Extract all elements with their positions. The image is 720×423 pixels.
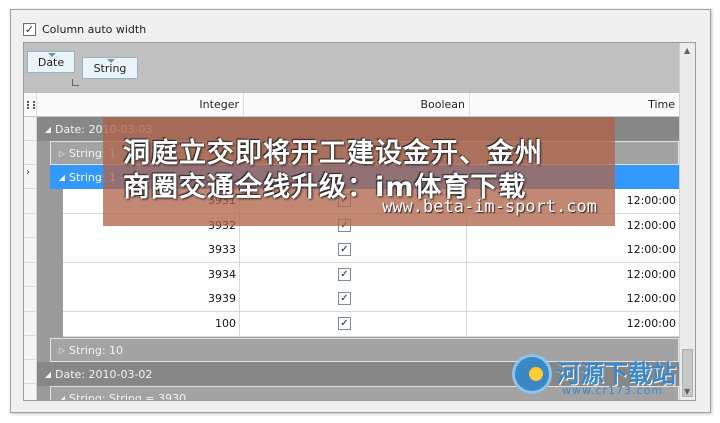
column-header-row: Integer Boolean Time (24, 93, 679, 117)
collapsed-icon[interactable]: ▷ (55, 149, 69, 158)
scroll-up-icon[interactable]: ▲ (684, 46, 690, 55)
cell-time[interactable]: 12:00:00 (467, 238, 679, 262)
promo-overlay-banner: 洞庭立交即将开工建设金开、金州 商圈交通全线升级：im体育下载 www.beta… (103, 117, 615, 226)
column-header-integer[interactable]: Integer (37, 93, 244, 116)
indicator-divider (24, 213, 37, 214)
boolean-checkbox[interactable]: ✓ (338, 292, 351, 305)
cell-integer[interactable]: 3939 (63, 287, 240, 311)
sort-triangle-icon (48, 53, 56, 57)
column-header-boolean[interactable]: Boolean (244, 93, 470, 116)
group-connector (72, 79, 79, 86)
expanded-icon[interactable]: ◢ (55, 173, 69, 182)
site-watermark: 河源下载站 www.cr173.com (512, 348, 712, 406)
cell-integer[interactable]: 100 (63, 312, 240, 336)
boolean-checkbox[interactable]: ✓ (338, 268, 351, 281)
group-chip-date[interactable]: Date (27, 51, 75, 73)
group-by-panel: Date String (24, 43, 679, 93)
cell-boolean: ✓ (240, 287, 467, 311)
column-chooser-icon (27, 101, 35, 109)
cell-boolean: ✓ (240, 263, 467, 287)
indicator-divider (24, 359, 37, 360)
indicator-divider (24, 335, 37, 336)
watermark-url: www.cr173.com (562, 384, 664, 397)
table-row[interactable]: 3934 ✓ 12:00:00 (63, 263, 679, 288)
group-chip-string[interactable]: String (82, 57, 138, 79)
cell-time[interactable]: 12:00:00 (467, 263, 679, 287)
indicator-divider (24, 237, 37, 238)
current-row-icon: › (26, 167, 30, 178)
column-header-time[interactable]: Time (470, 93, 679, 116)
indicator-divider (24, 383, 37, 384)
cell-time[interactable]: 12:00:00 (467, 287, 679, 311)
collapsed-icon[interactable]: ▷ (55, 346, 69, 355)
expanded-icon[interactable]: ◢ (55, 394, 69, 401)
indicator-divider (24, 188, 37, 189)
cell-time[interactable]: 12:00:00 (467, 312, 679, 336)
table-row[interactable]: 3939 ✓ 12:00:00 (63, 287, 679, 312)
indicator-divider (24, 311, 37, 312)
expanded-icon[interactable]: ◢ (41, 125, 55, 134)
column-auto-width-checkbox[interactable]: ✓ (23, 22, 36, 36)
cell-boolean: ✓ (240, 312, 467, 336)
sort-triangle-icon (107, 59, 115, 63)
expanded-icon[interactable]: ◢ (41, 370, 55, 379)
vertical-scrollbar[interactable]: ▲ ▼ (679, 43, 695, 400)
cell-boolean: ✓ (240, 238, 467, 262)
boolean-checkbox[interactable]: ✓ (338, 243, 351, 256)
column-auto-width-option[interactable]: ✓ Column auto width (23, 21, 146, 37)
cell-integer[interactable]: 3934 (63, 263, 240, 287)
indicator-divider (24, 286, 37, 287)
group-row-label: String: 10 (69, 343, 124, 357)
row-indicator-column (24, 117, 37, 400)
group-row-label: Date: 2010-03-02 (55, 367, 153, 381)
indicator-divider (24, 262, 37, 263)
site-logo-icon (512, 354, 552, 394)
indicator-divider (24, 140, 37, 141)
promo-url: www.beta-im-sport.com (382, 197, 597, 217)
row-indicator-header[interactable] (24, 93, 37, 116)
table-row[interactable]: 3933 ✓ 12:00:00 (63, 238, 679, 263)
group-row-label: String: String = 3930 (69, 391, 187, 401)
indicator-divider (24, 164, 37, 165)
cell-integer[interactable]: 3933 (63, 238, 240, 262)
column-auto-width-label: Column auto width (42, 22, 147, 36)
group-chip-label: Date (37, 55, 65, 69)
boolean-checkbox[interactable]: ✓ (338, 317, 351, 330)
group-chip-label: String (93, 61, 127, 75)
table-row[interactable]: 100 ✓ 12:00:00 (63, 312, 679, 337)
